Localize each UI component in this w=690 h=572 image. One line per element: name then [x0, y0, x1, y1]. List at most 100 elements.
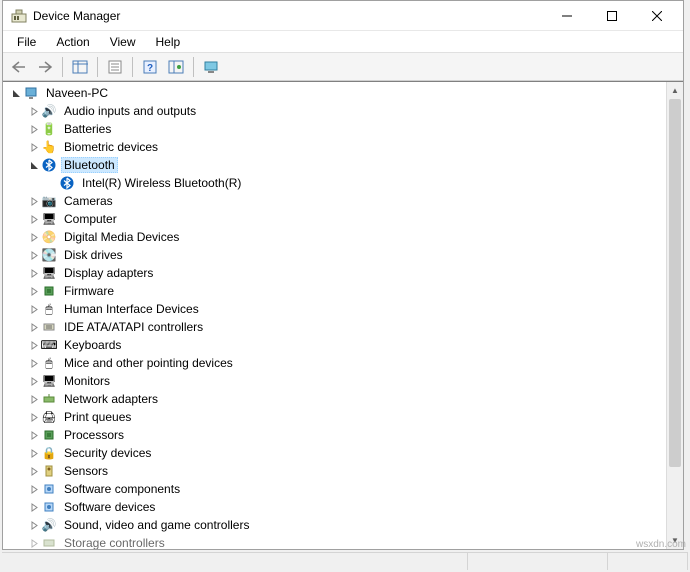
help-button[interactable]: ?	[138, 56, 162, 78]
category-icon	[41, 499, 57, 515]
expander-icon[interactable]	[27, 302, 41, 316]
status-cell	[2, 553, 468, 570]
tree-category-label: Biometric devices	[61, 139, 161, 155]
tree-category[interactable]: ⌨Keyboards	[3, 336, 666, 354]
tree-category[interactable]: IDE ATA/ATAPI controllers	[3, 318, 666, 336]
show-hide-tree-button[interactable]	[68, 56, 92, 78]
tree-category-label: Display adapters	[61, 265, 156, 281]
tree-root[interactable]: Naveen-PC	[3, 84, 666, 102]
scroll-up-arrow[interactable]: ▲	[667, 82, 683, 99]
category-icon: 🔊	[41, 103, 57, 119]
close-button[interactable]	[634, 2, 679, 30]
tree-category[interactable]: 🖥Display adapters	[3, 264, 666, 282]
tree-category[interactable]: Bluetooth	[3, 156, 666, 174]
menu-view[interactable]: View	[102, 33, 144, 51]
expander-icon[interactable]	[9, 86, 23, 100]
scroll-thumb[interactable]	[669, 99, 681, 467]
tree-category[interactable]: Processors	[3, 426, 666, 444]
tree-category[interactable]: Firmware	[3, 282, 666, 300]
expander-icon[interactable]	[27, 392, 41, 406]
expander-icon[interactable]	[27, 266, 41, 280]
tree-category-label: Sensors	[61, 463, 111, 479]
tree-category[interactable]: Software devices	[3, 498, 666, 516]
statusbar	[2, 552, 688, 570]
category-icon	[41, 319, 57, 335]
category-icon	[41, 535, 57, 549]
expander-icon[interactable]	[27, 410, 41, 424]
properties-button[interactable]	[103, 56, 127, 78]
tree-category[interactable]: 🖱Human Interface Devices	[3, 300, 666, 318]
tree-category[interactable]: 🔊Sound, video and game controllers	[3, 516, 666, 534]
tree-category-label: Keyboards	[61, 337, 124, 353]
tree-category[interactable]: 📷Cameras	[3, 192, 666, 210]
tree-category-label: Processors	[61, 427, 127, 443]
menu-action[interactable]: Action	[48, 33, 97, 51]
status-cell	[608, 553, 688, 570]
category-icon: 🖥	[41, 265, 57, 281]
expander-icon[interactable]	[27, 482, 41, 496]
maximize-button[interactable]	[589, 2, 634, 30]
scan-hardware-button[interactable]	[164, 56, 188, 78]
expander-icon[interactable]	[27, 212, 41, 226]
tree-category[interactable]: Software components	[3, 480, 666, 498]
expander-icon[interactable]	[27, 140, 41, 154]
computer-icon	[23, 85, 39, 101]
forward-button[interactable]	[33, 56, 57, 78]
tree-category[interactable]: Network adapters	[3, 390, 666, 408]
tree-category[interactable]: 🔒Security devices	[3, 444, 666, 462]
expander-icon[interactable]	[27, 446, 41, 460]
expander-icon[interactable]	[27, 536, 41, 549]
device-manager-window: Device Manager File Action View Help	[2, 0, 684, 550]
tree-category[interactable]: 🔋Batteries	[3, 120, 666, 138]
expander-icon[interactable]	[27, 194, 41, 208]
tree-category[interactable]: 🖥Computer	[3, 210, 666, 228]
devices-button[interactable]	[199, 56, 223, 78]
back-button[interactable]	[7, 56, 31, 78]
device-tree[interactable]: Naveen-PC🔊Audio inputs and outputs🔋Batte…	[3, 82, 666, 549]
expander-icon[interactable]	[27, 374, 41, 388]
tree-category[interactable]: 🖥Monitors	[3, 372, 666, 390]
expander-icon[interactable]	[27, 284, 41, 298]
tree-category[interactable]: 🖱Mice and other pointing devices	[3, 354, 666, 372]
expander-icon[interactable]	[27, 428, 41, 442]
category-icon: ⌨	[41, 337, 57, 353]
tree-category[interactable]: Storage controllers	[3, 534, 666, 549]
tree-category-label: Security devices	[61, 445, 154, 461]
menu-file[interactable]: File	[9, 33, 44, 51]
expander-icon[interactable]	[27, 158, 41, 172]
category-icon	[41, 481, 57, 497]
expander-icon[interactable]	[27, 230, 41, 244]
tree-category-label: Monitors	[61, 373, 113, 389]
expander-icon[interactable]	[27, 104, 41, 118]
tree-category-label: Computer	[61, 211, 120, 227]
category-icon: 🖥	[41, 211, 57, 227]
minimize-button[interactable]	[544, 2, 589, 30]
tree-category[interactable]: 🔊Audio inputs and outputs	[3, 102, 666, 120]
expander-icon[interactable]	[27, 320, 41, 334]
category-icon: 🖥	[41, 373, 57, 389]
tree-category-label: Network adapters	[61, 391, 161, 407]
svg-text:?: ?	[147, 63, 153, 74]
tree-category-label: IDE ATA/ATAPI controllers	[61, 319, 206, 335]
expander-icon[interactable]	[27, 122, 41, 136]
tree-category-label: Cameras	[61, 193, 116, 209]
scroll-track[interactable]	[667, 99, 683, 532]
expander-icon[interactable]	[27, 248, 41, 262]
tree-category[interactable]: 📀Digital Media Devices	[3, 228, 666, 246]
tree-root-label: Naveen-PC	[43, 85, 111, 101]
expander-icon[interactable]	[27, 464, 41, 478]
tree-category[interactable]: 🖨Print queues	[3, 408, 666, 426]
expander-icon[interactable]	[27, 356, 41, 370]
expander-icon[interactable]	[27, 518, 41, 532]
category-icon: 📷	[41, 193, 57, 209]
menu-help[interactable]: Help	[148, 33, 189, 51]
vertical-scrollbar[interactable]: ▲ ▼	[666, 82, 683, 549]
expander-icon[interactable]	[27, 500, 41, 514]
expander-icon[interactable]	[27, 338, 41, 352]
tree-category[interactable]: 💽Disk drives	[3, 246, 666, 264]
tree-category[interactable]: 👆Biometric devices	[3, 138, 666, 156]
category-icon: 🔊	[41, 517, 57, 533]
tree-device[interactable]: Intel(R) Wireless Bluetooth(R)	[3, 174, 666, 192]
tree-category[interactable]: Sensors	[3, 462, 666, 480]
category-icon: 🔒	[41, 445, 57, 461]
